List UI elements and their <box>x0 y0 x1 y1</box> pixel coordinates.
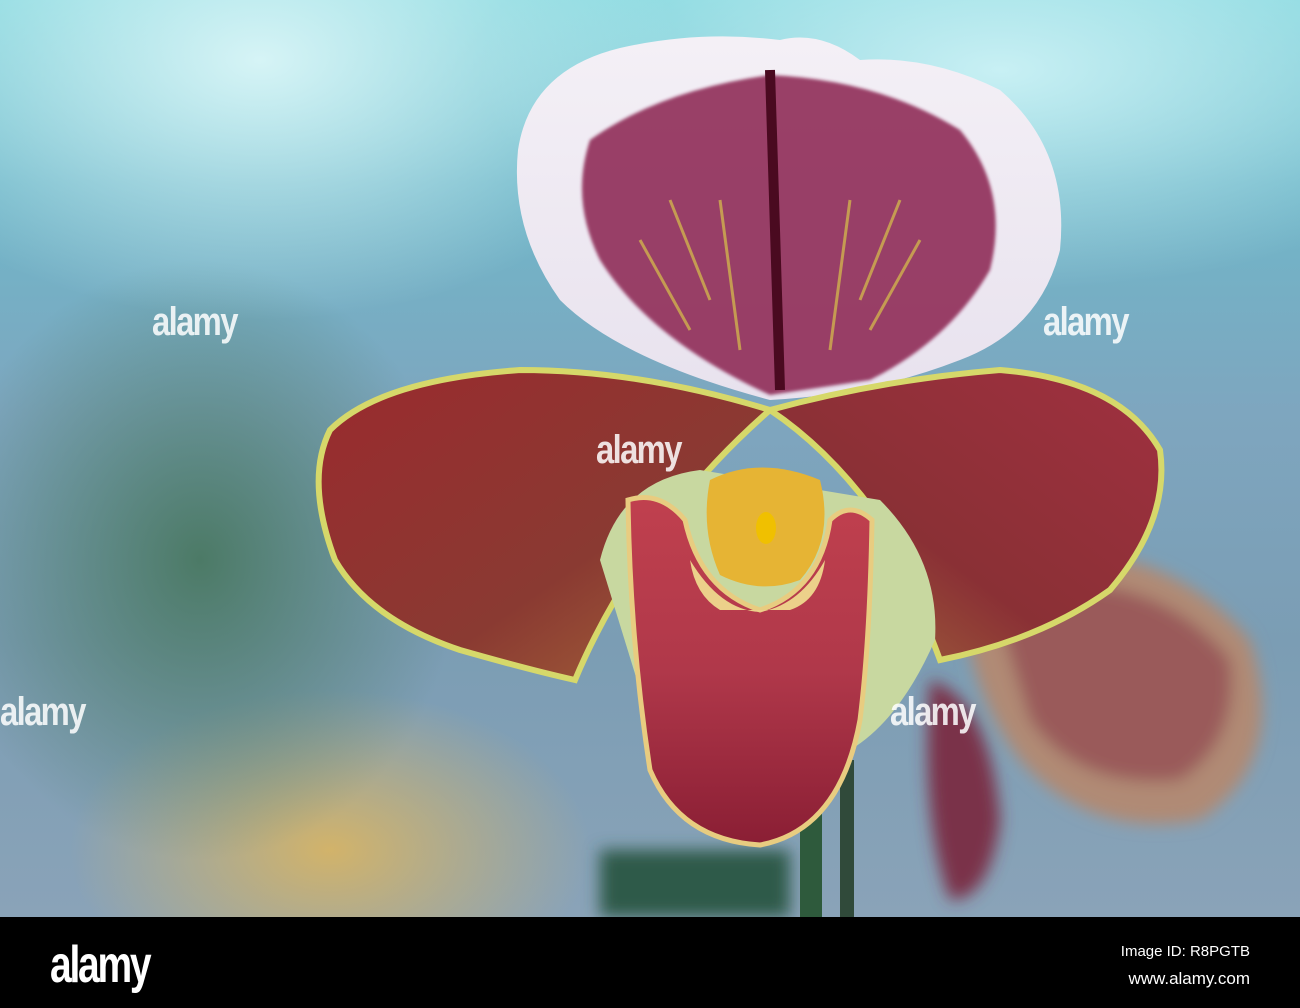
dorsal-sepal <box>516 36 1062 400</box>
orchid-photo: alamy alamy alamy alamy alamy <box>0 0 1300 917</box>
watermark: alamy <box>596 428 682 472</box>
site-url: www.alamy.com <box>1128 969 1250 988</box>
watermark: alamy <box>1043 300 1129 344</box>
alamy-logo: alamy <box>50 936 152 994</box>
watermark: alamy <box>152 300 238 344</box>
image-id: Image ID: R8PGTB <box>1120 943 1250 960</box>
watermark: alamy <box>890 690 976 734</box>
footer-bar: alamy Image ID: R8PGTB www.alamy.com <box>0 917 1300 1008</box>
watermark: alamy <box>0 690 86 734</box>
